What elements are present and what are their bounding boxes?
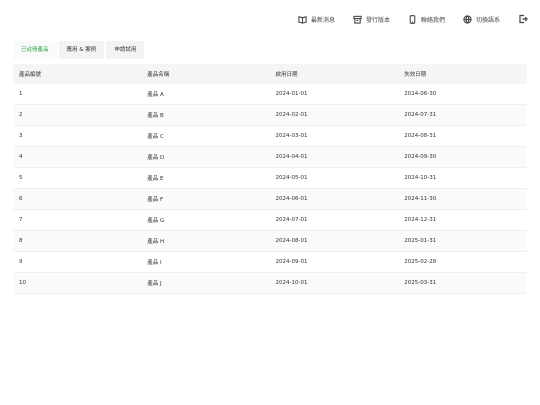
header-product-name: 產品名稱: [141, 64, 270, 84]
cell-product-name: 產品 E: [141, 167, 270, 189]
cell-end-date: 2024-09-30: [398, 146, 527, 168]
logout-icon: [519, 14, 528, 24]
header-start-date: 啟用日期: [269, 64, 399, 84]
header-end-date: 失效日期: [398, 64, 527, 84]
cell-product-name: 產品 A: [141, 84, 270, 105]
cell-product-name: 產品 F: [141, 188, 270, 210]
releases-label: 發行版本: [365, 16, 390, 24]
phone-icon: [409, 14, 416, 24]
cell-start-date: 2024-05-01: [269, 167, 399, 189]
tab-bar: 已註冊產品 應用 & 案例 申請試用: [13, 41, 146, 59]
cell-product-id: 5: [13, 167, 142, 189]
logout-button[interactable]: [518, 14, 528, 24]
cell-end-date: 2024-10-31: [398, 167, 527, 189]
cell-product-id: 8: [13, 230, 142, 252]
table-row[interactable]: 7 產品 G 2024-07-01 2024-12-31: [13, 209, 527, 231]
cell-start-date: 2024-09-01: [269, 251, 399, 273]
cell-product-name: 產品 B: [141, 104, 270, 126]
cell-start-date: 2024-10-01: [269, 272, 399, 294]
cell-product-id: 1: [13, 84, 142, 105]
cell-end-date: 2024-07-31: [398, 104, 527, 126]
products-table: 產品編號 產品名稱 啟用日期 失效日期 1 產品 A 2024-01-01 20…: [13, 64, 527, 294]
cell-product-id: 3: [13, 125, 142, 147]
cell-product-name: 產品 H: [141, 230, 270, 252]
archive-icon: [353, 15, 362, 24]
releases-link[interactable]: 發行版本: [353, 15, 390, 24]
table-row[interactable]: 9 產品 I 2024-09-01 2025-02-28: [13, 251, 527, 273]
book-icon: [298, 15, 307, 24]
tab-applications-cases[interactable]: 應用 & 案例: [58, 41, 105, 59]
table-row[interactable]: 3 產品 C 2024-03-01 2024-08-31: [13, 125, 527, 147]
table-row[interactable]: 1 產品 A 2024-01-01 2024-06-30: [13, 84, 527, 105]
language-label: 切換語系: [475, 16, 500, 24]
cell-start-date: 2024-06-01: [269, 188, 399, 210]
top-nav: 最新消息 發行版本 聯絡我們 切換語系: [280, 14, 528, 24]
cell-product-id: 10: [13, 272, 142, 294]
table-header-row: 產品編號 產品名稱 啟用日期 失效日期: [13, 64, 527, 84]
language-switch[interactable]: 切換語系: [463, 14, 500, 24]
cell-end-date: 2024-08-31: [398, 125, 527, 147]
tab-registered-products[interactable]: 已註冊產品: [13, 41, 57, 59]
cell-start-date: 2024-02-01: [269, 104, 399, 126]
cell-end-date: 2024-06-30: [398, 84, 527, 105]
cell-product-id: 9: [13, 251, 142, 273]
cell-start-date: 2024-01-01: [269, 84, 399, 105]
cell-product-id: 6: [13, 188, 142, 210]
cell-end-date: 2025-03-31: [398, 272, 527, 294]
cell-product-name: 產品 J: [141, 272, 270, 294]
table-row[interactable]: 2 產品 B 2024-02-01 2024-07-31: [13, 104, 527, 126]
cell-end-date: 2025-01-31: [398, 230, 527, 252]
cell-product-id: 4: [13, 146, 142, 168]
cell-end-date: 2025-02-28: [398, 251, 527, 273]
contact-label: 聯絡我們: [420, 16, 445, 24]
cell-start-date: 2024-07-01: [269, 209, 399, 231]
table-row[interactable]: 10 產品 J 2024-10-01 2025-03-31: [13, 272, 527, 294]
table-row[interactable]: 6 產品 F 2024-06-01 2024-11-30: [13, 188, 527, 210]
cell-product-name: 產品 G: [141, 209, 270, 231]
cell-product-name: 產品 D: [141, 146, 270, 168]
cell-product-name: 產品 C: [141, 125, 270, 147]
globe-icon: [463, 14, 472, 24]
header-product-id: 產品編號: [13, 64, 142, 84]
news-link[interactable]: 最新消息: [298, 15, 335, 24]
cell-product-name: 產品 I: [141, 251, 270, 273]
cell-start-date: 2024-03-01: [269, 125, 399, 147]
cell-end-date: 2024-12-31: [398, 209, 527, 231]
table-row[interactable]: 8 產品 H 2024-08-01 2025-01-31: [13, 230, 527, 252]
cell-product-id: 2: [13, 104, 142, 126]
cell-start-date: 2024-04-01: [269, 146, 399, 168]
cell-product-id: 7: [13, 209, 142, 231]
cell-start-date: 2024-08-01: [269, 230, 399, 252]
table-row[interactable]: 5 產品 E 2024-05-01 2024-10-31: [13, 167, 527, 189]
table-row[interactable]: 4 產品 D 2024-04-01 2024-09-30: [13, 146, 527, 168]
contact-link[interactable]: 聯絡我們: [408, 14, 445, 24]
cell-end-date: 2024-11-30: [398, 188, 527, 210]
tab-trial-application[interactable]: 申請試用: [106, 41, 145, 59]
news-label: 最新消息: [310, 16, 335, 24]
